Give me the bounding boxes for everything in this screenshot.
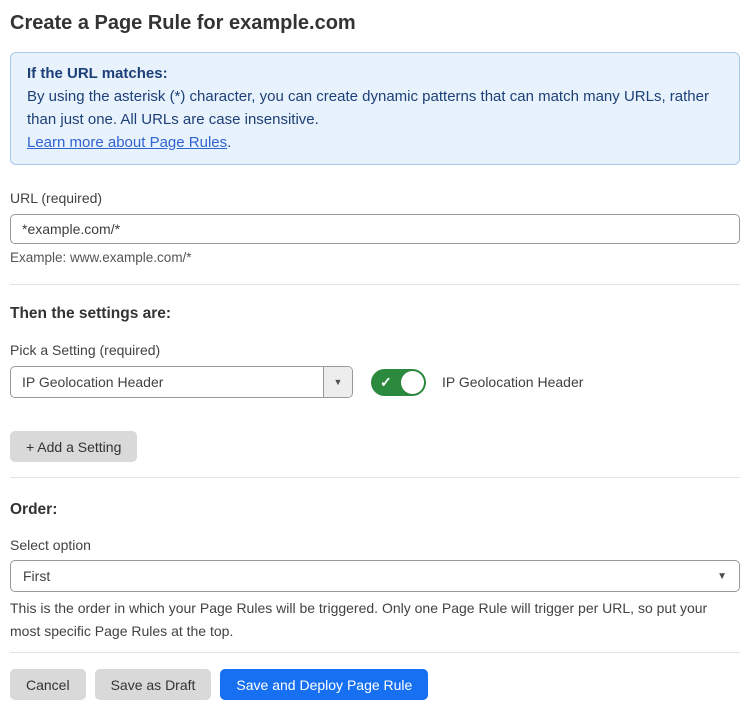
save-deploy-button[interactable]: Save and Deploy Page Rule <box>220 669 428 700</box>
setting-dropdown[interactable]: IP Geolocation Header ▼ <box>10 366 353 398</box>
setting-dropdown-value: IP Geolocation Header <box>11 367 323 397</box>
order-select[interactable]: First ▼ <box>10 560 740 592</box>
toggle-knob <box>401 371 424 394</box>
chevron-down-icon: ▼ <box>334 377 343 387</box>
toggle-label: IP Geolocation Header <box>442 374 583 390</box>
chevron-down-icon: ▼ <box>717 571 727 582</box>
save-draft-button[interactable]: Save as Draft <box>95 669 212 700</box>
link-suffix: . <box>227 134 231 151</box>
setting-row: IP Geolocation Header ▼ ✓ IP Geolocation… <box>10 366 740 398</box>
url-match-info-box: If the URL matches: By using the asteris… <box>10 52 740 165</box>
url-input[interactable] <box>10 214 740 244</box>
url-example-hint: Example: www.example.com/* <box>10 250 740 266</box>
order-help-text: This is the order in which your Page Rul… <box>10 597 734 643</box>
order-select-label: Select option <box>10 537 740 553</box>
url-field-label: URL (required) <box>10 190 740 206</box>
check-icon: ✓ <box>380 375 392 389</box>
divider <box>10 284 740 285</box>
footer-actions: Cancel Save as Draft Save and Deploy Pag… <box>10 669 740 700</box>
divider <box>10 652 740 653</box>
cancel-button[interactable]: Cancel <box>10 669 86 700</box>
info-box-heading: If the URL matches: <box>27 62 723 85</box>
setting-dropdown-arrow-button[interactable]: ▼ <box>323 367 352 397</box>
order-select-value: First <box>23 568 717 584</box>
add-setting-button[interactable]: + Add a Setting <box>10 431 137 462</box>
info-box-body: By using the asterisk (*) character, you… <box>27 85 723 131</box>
order-section-heading: Order: <box>10 501 740 519</box>
info-box-link-line: Learn more about Page Rules. <box>27 131 723 154</box>
create-page-rule-form: Create a Page Rule for example.com If th… <box>0 0 750 712</box>
learn-more-link[interactable]: Learn more about Page Rules <box>27 134 227 151</box>
pick-setting-label: Pick a Setting (required) <box>10 342 740 358</box>
ip-geolocation-toggle[interactable]: ✓ <box>371 369 426 396</box>
divider <box>10 477 740 478</box>
settings-section-heading: Then the settings are: <box>10 305 740 323</box>
page-title: Create a Page Rule for example.com <box>10 12 740 35</box>
